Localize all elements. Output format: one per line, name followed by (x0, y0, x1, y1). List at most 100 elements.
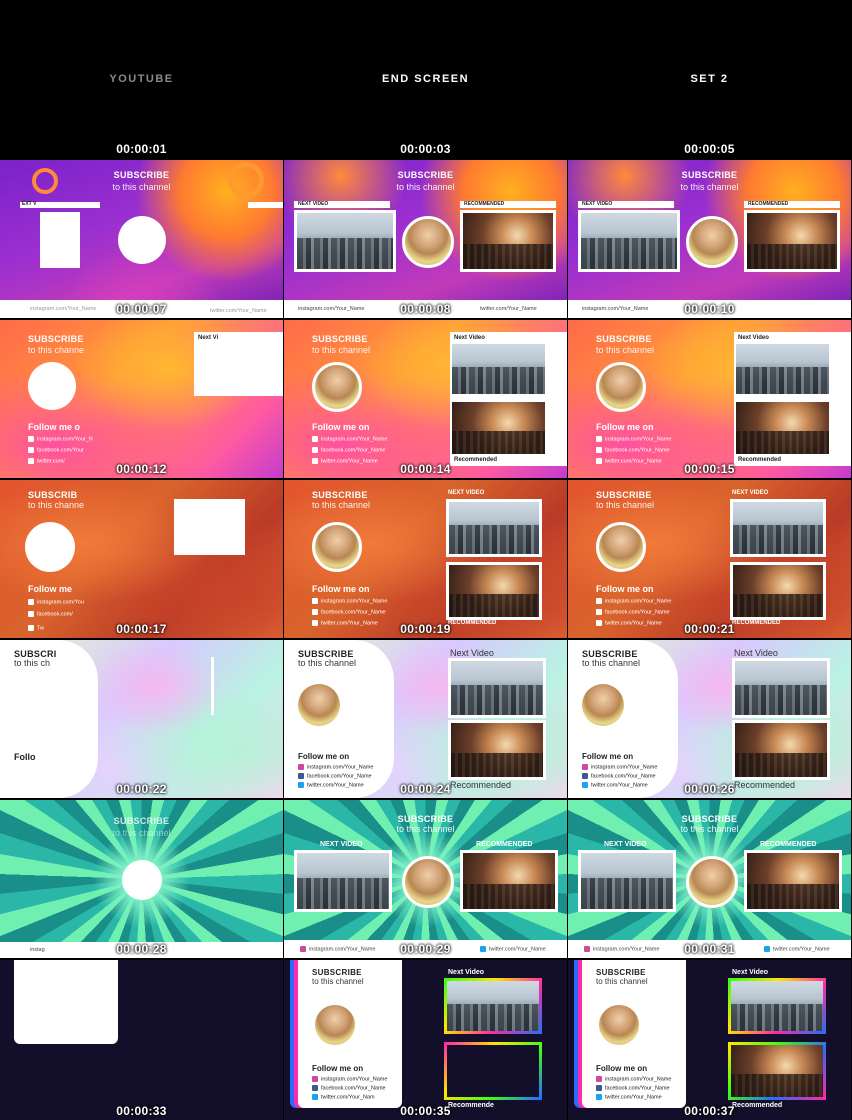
instagram-link[interactable]: instagram.com/Your_Name (312, 598, 387, 604)
follow-label: Follow me on (582, 752, 634, 761)
channel-avatar[interactable] (312, 1002, 358, 1048)
recommended-thumbnail[interactable] (732, 720, 830, 780)
next-video-thumbnail[interactable] (294, 210, 396, 272)
follow-label: Follow me on (312, 584, 370, 594)
timestamp: 00:00:35 (400, 1104, 451, 1118)
video-placeholder (174, 499, 245, 555)
instagram-link[interactable]: instagram.com/Your_Name (312, 436, 387, 442)
recommended-thumbnail[interactable] (446, 562, 542, 620)
instagram-link[interactable]: instagram.com/Your_N (28, 436, 93, 442)
instagram-link[interactable]: instagram.com/Your_Name (298, 764, 373, 770)
recommended-thumbnail[interactable] (728, 1042, 826, 1100)
frame-r3c2: SUBSCRIBE to this channel NEXT VIDEO REC… (568, 480, 851, 638)
facebook-link[interactable]: facebook.com/Your_Name (312, 609, 386, 615)
to-channel-label: to this channel (112, 182, 171, 192)
channel-avatar[interactable] (596, 362, 646, 412)
twitter-link[interactable]: twitter.com/Your_Nam (312, 1094, 375, 1100)
subscribe-label: SUBSCRIBE (596, 968, 646, 977)
follow-label: Follow me (28, 584, 73, 594)
recommended-thumbnail[interactable] (444, 1042, 542, 1100)
recommended-thumbnail[interactable] (448, 720, 546, 780)
frame-r0c1: END SCREEN 00:00:03 (284, 0, 567, 158)
subscribe-label: SUBSCRIBE (312, 968, 362, 977)
channel-avatar[interactable] (596, 522, 646, 572)
instagram-link[interactable]: instagram.com/Your_Name (596, 1076, 671, 1082)
next-video-thumbnail[interactable] (448, 658, 546, 718)
recommended-thumbnail[interactable] (730, 562, 826, 620)
next-video-thumbnail[interactable] (294, 850, 392, 912)
recommended-thumbnail[interactable] (460, 210, 556, 272)
facebook-link[interactable]: facebook.com/Your_Name (596, 1085, 670, 1091)
next-video-thumbnail[interactable] (728, 978, 826, 1034)
channel-avatar[interactable] (298, 684, 340, 726)
facebook-link[interactable]: facebook.com/Your_Name (298, 773, 372, 779)
frame-r4c2: SUBSCRIBE to this channel Next Video Rec… (568, 640, 851, 798)
instagram-link[interactable]: instagram.com/Your_Name (596, 436, 671, 442)
video-card-panel: Next Video Recommended (734, 332, 851, 466)
timestamp: 00:00:19 (400, 622, 451, 636)
recommended-thumbnail[interactable] (744, 210, 840, 272)
next-video-thumbnail[interactable] (578, 850, 676, 912)
facebook-link[interactable]: facebook.com/Your_Name (582, 773, 656, 779)
recommended-thumbnail[interactable] (736, 402, 829, 454)
channel-avatar[interactable] (686, 216, 738, 268)
follow-label: Follo (14, 752, 36, 762)
subscribe-label: SUBSCRIBE (312, 334, 368, 344)
next-video-thumbnail[interactable] (730, 499, 826, 557)
frame-r2c1: SUBSCRIBE to this channel Next Video Rec… (284, 320, 567, 478)
avatar-placeholder (118, 216, 166, 264)
follow-label: Follow me on (596, 422, 654, 432)
facebook-link[interactable]: facebook.com/Your_Name (596, 447, 670, 453)
facebook-link[interactable]: facebook.com/Your_Name (312, 1085, 386, 1091)
next-video-thumbnail[interactable] (732, 658, 830, 718)
subscribe-label: SUBSCRIBE (681, 814, 738, 824)
frame-r5c2: SUBSCRIBE to this channel NEXT VIDEO REC… (568, 800, 851, 958)
next-video-thumbnail[interactable] (736, 344, 829, 394)
next-video-thumbnail[interactable] (578, 210, 680, 272)
recommended-thumbnail[interactable] (744, 850, 842, 912)
channel-avatar[interactable] (402, 216, 454, 268)
frame-r4c1: SUBSCRIBE to this channel Next Video Rec… (284, 640, 567, 798)
facebook-link[interactable]: facebook.com/Your_Name (596, 609, 670, 615)
twitter-link[interactable]: twitter.com/Your_Name (596, 1094, 662, 1100)
header-youtube: YOUTUBE (109, 73, 174, 85)
frame-r5c0: SUBSCRIBE to this channel instag 00:00:2… (0, 800, 283, 958)
timestamp: 00:00:05 (684, 142, 735, 156)
instagram-link[interactable]: instagram.com/Your_Name (596, 598, 671, 604)
channel-avatar[interactable] (402, 856, 454, 908)
frame-r4c0: SUBSCRI to this ch Follo 00:00:22 (0, 640, 283, 798)
to-channel-label: to this channel (396, 824, 455, 834)
next-video-label: Next Video (738, 335, 769, 341)
video-placeholder (40, 212, 80, 268)
to-channel-label: to this channel (312, 345, 371, 355)
next-video-thumbnail[interactable] (446, 499, 542, 557)
instagram-link[interactable]: instagram.com/You (28, 599, 84, 605)
channel-avatar[interactable] (582, 684, 624, 726)
facebook-link[interactable]: facebook.com/Your_Name (312, 447, 386, 453)
next-video-label: NEXT VIDEO (732, 490, 769, 496)
next-video-thumbnail[interactable] (444, 978, 542, 1034)
to-channel-label: to this channel (596, 977, 648, 986)
recommended-thumbnail[interactable] (460, 850, 558, 912)
timestamp: 00:00:24 (400, 782, 451, 796)
facebook-link[interactable]: facebook.com/Your (28, 447, 84, 453)
channel-avatar[interactable] (312, 362, 362, 412)
instagram-link[interactable]: instagram.com/Your_Name (582, 764, 657, 770)
frame-r2c2: SUBSCRIBE to this channel Next Video Rec… (568, 320, 851, 478)
next-video-thumbnail[interactable] (452, 344, 545, 394)
next-video-card (194, 332, 283, 396)
channel-avatar[interactable] (596, 1002, 642, 1048)
frame-r3c1: SUBSCRIBE to this channel NEXT VIDEO REC… (284, 480, 567, 638)
instagram-link[interactable]: instagram.com/Your_Name (312, 1076, 387, 1082)
channel-avatar[interactable] (686, 856, 738, 908)
channel-avatar[interactable] (312, 522, 362, 572)
subscribe-label: SUBSCRIBE (596, 334, 652, 344)
facebook-link[interactable]: facebook.com/ (28, 611, 73, 617)
frame-r5c1: SUBSCRIBE to this channel NEXT VIDEO REC… (284, 800, 567, 958)
recommended-thumbnail[interactable] (452, 402, 545, 454)
follow-label: Follow me o (28, 422, 81, 432)
recommended-bar (248, 202, 283, 208)
to-channel-label: to this channel (582, 658, 641, 668)
next-video-label: NEXT VIDEO (604, 841, 647, 848)
ring-shape (228, 162, 264, 198)
